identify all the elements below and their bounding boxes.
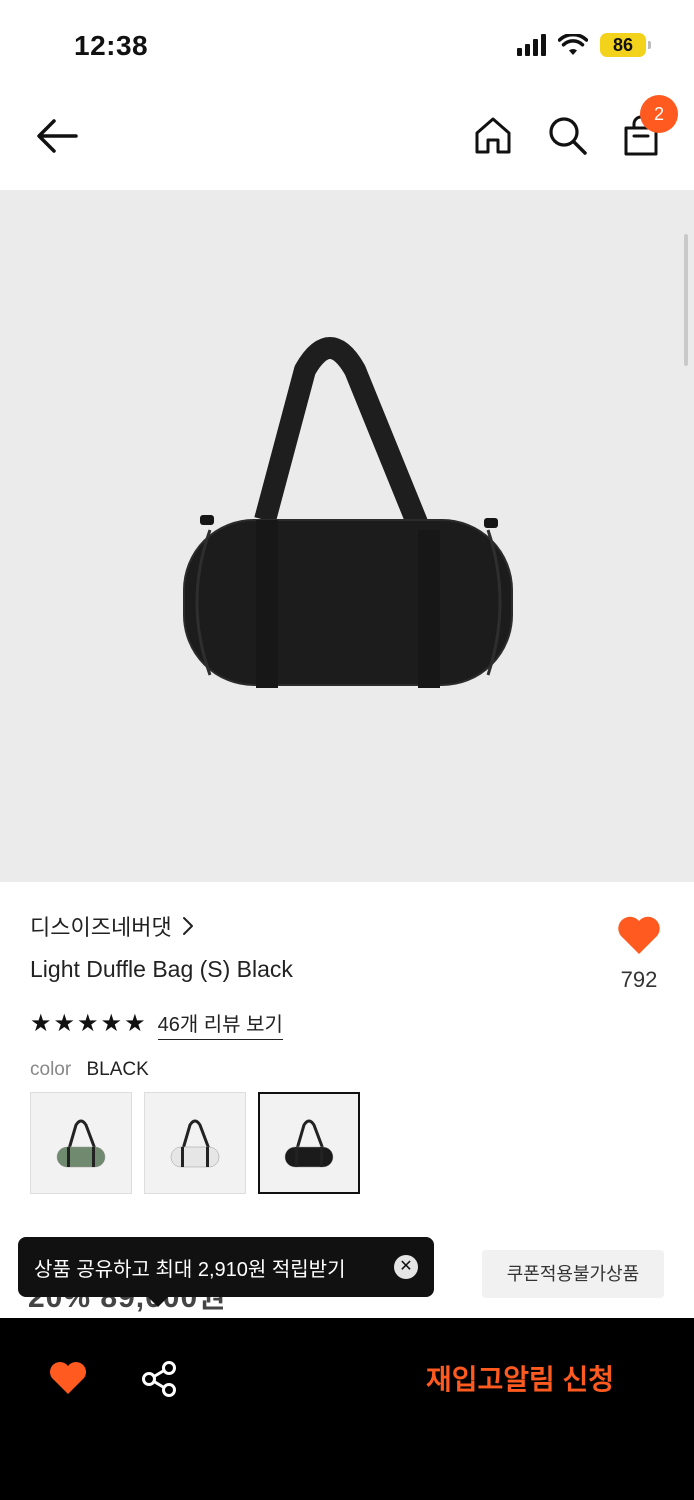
star-icon: ★: [124, 1010, 146, 1037]
rating-stars: ★ ★ ★ ★ ★: [30, 1012, 146, 1036]
color-label: color: [30, 1059, 72, 1080]
restock-alert-button[interactable]: 재입고알림 신청: [400, 1360, 640, 1400]
search-icon[interactable]: [546, 114, 588, 156]
duffle-bag-image: [183, 337, 513, 688]
wish-count: 792: [620, 967, 658, 992]
cellular-signal-icon: [517, 34, 546, 56]
star-icon: ★: [30, 1010, 52, 1037]
product-name: Light Duffle Bag (S) Black: [30, 956, 293, 982]
coupon-unavailable-badge: 쿠폰적용불가상품: [482, 1250, 664, 1298]
top-navigation: 2: [0, 90, 694, 190]
bag-thumbnail: [170, 1119, 220, 1168]
image-scroll-indicator: [684, 234, 688, 366]
wishlist-button[interactable]: 792: [614, 914, 664, 993]
star-icon: ★: [77, 1010, 99, 1037]
bottom-action-bar: 재입고알림 신청: [0, 1318, 694, 1500]
color-swatches: [30, 1092, 360, 1194]
battery-indicator: 86: [600, 33, 651, 57]
heart-icon: [618, 916, 660, 954]
brand-link[interactable]: 디스이즈네버댓: [30, 910, 194, 942]
cart-count-badge: 2: [640, 95, 678, 133]
brand-name: 디스이즈네버댓: [30, 915, 172, 940]
star-icon: ★: [100, 1010, 123, 1037]
star-icon: ★: [53, 1010, 76, 1037]
review-link[interactable]: 46개 리뷰 보기: [157, 1008, 283, 1040]
close-icon[interactable]: ✕: [394, 1255, 418, 1279]
bag-thumbnail: [56, 1119, 106, 1168]
share-icon[interactable]: [140, 1360, 178, 1398]
chevron-right-icon: [182, 917, 193, 935]
color-value: BLACK: [86, 1059, 149, 1080]
toast-message: 상품 공유하고 최대 2,910원 적립받기: [34, 1258, 346, 1281]
color-row: color BLACK: [30, 1059, 149, 1081]
heart-icon[interactable]: [48, 1360, 88, 1396]
color-swatch[interactable]: [144, 1092, 246, 1194]
color-swatch[interactable]: [258, 1092, 360, 1194]
status-bar: 12:38 86: [0, 0, 694, 90]
back-arrow-icon[interactable]: [34, 116, 80, 156]
share-reward-toast[interactable]: 상품 공유하고 최대 2,910원 적립받기 ✕: [18, 1237, 434, 1307]
color-swatch[interactable]: [30, 1092, 132, 1194]
wifi-icon: [558, 34, 588, 55]
rating-row: ★ ★ ★ ★ ★ 46개 리뷰 보기: [30, 1008, 283, 1040]
home-icon[interactable]: [472, 114, 514, 156]
toast-pointer: [148, 1297, 168, 1307]
bag-thumbnail: [284, 1119, 334, 1168]
product-image[interactable]: [0, 190, 694, 882]
status-time: 12:38: [74, 30, 149, 61]
status-indicators: 86: [517, 33, 651, 57]
